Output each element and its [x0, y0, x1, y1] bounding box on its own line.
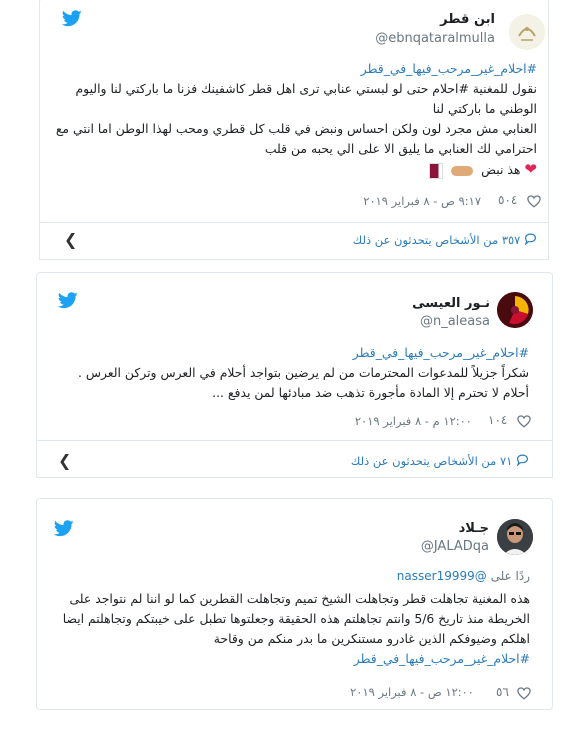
twitter-bird-icon[interactable] [62, 10, 82, 27]
heart-outline-icon[interactable] [527, 193, 541, 212]
tweet-line: نقول للمغنية #احلام حتى لو لبستي عنابي ت… [75, 81, 538, 96]
tweet-line: شكراً جزيلاً للمدعوات المحترمات من لم ير… [77, 365, 529, 380]
author-name[interactable]: نـور العيسى [412, 296, 490, 311]
avatar[interactable] [509, 14, 545, 50]
twitter-bird-icon[interactable] [58, 292, 78, 309]
tweet-timestamp[interactable]: ٩:١٧ ص - ٨ فبراير ٢٠١٩ [363, 194, 481, 208]
tweet-line: ❤ هذ نبض [56, 159, 537, 180]
tweet-line: هذه المغنية تجاهلت قطر وتجاهلت الشيخ تمي… [69, 591, 530, 606]
heart-outline-icon[interactable] [517, 685, 531, 704]
like-count[interactable]: ١٠٤ [488, 413, 507, 427]
tweet-line: اهلكم وضيوفكم الذين غادرو مستنكرين ما بد… [213, 631, 530, 646]
speech-bubble-icon [524, 233, 537, 248]
like-count[interactable]: ٥٠٤ [498, 193, 517, 207]
tweet-line: الخريطة منذ تاريخ 5/6 وانتم تجاهلتم هذه … [62, 611, 530, 626]
tweet-line-text: هذ نبض [481, 162, 521, 177]
tweet-timestamp[interactable]: ١٢:٠٠ م - ٨ فبراير ٢٠١٩ [355, 414, 472, 428]
speech-bubble-icon [516, 454, 529, 469]
reply-to-line: ردًا على @nasser19999 [397, 566, 530, 586]
heart-outline-icon[interactable] [517, 413, 531, 432]
hashtag-link[interactable]: #احلام_غير_مرحب_فيها_في_قطر [78, 343, 529, 363]
conversation-text: ٣٥٧ من الأشخاص يتحدثون عن ذلك [352, 233, 521, 247]
qatar-flag-icon [429, 162, 444, 179]
author-handle[interactable]: @n_aleasa [420, 314, 490, 329]
conversation-link[interactable]: ٧١ من الأشخاص يتحدثون عن ذلك [351, 454, 529, 469]
twitter-bird-icon[interactable] [54, 520, 74, 537]
chevron-left-icon[interactable]: ❮ [58, 451, 71, 470]
hashtag-link[interactable]: #احلام_غير_مرحب_فيها_في_قطر [63, 649, 530, 669]
pointing-hand-icon [451, 165, 474, 176]
tweet-line: أحلام لا تحترم إلا المادة مأجورة تذهب ضد… [212, 385, 529, 400]
hashtag-link[interactable]: #احلام_غير_مرحب_فيها_في_قطر [56, 59, 537, 79]
tweet-timestamp[interactable]: ١٢:٠٠ ص - ٨ فبراير ٢٠١٩ [350, 685, 474, 699]
author-name[interactable]: ابن قطر [440, 12, 495, 27]
tweet-text: هذه المغنية تجاهلت قطر وتجاهلت الشيخ تمي… [63, 589, 530, 669]
reply-to-prefix: ردًا على [490, 569, 530, 583]
red-heart-emoji: ❤ [524, 160, 537, 178]
tweet-line: العنابي مش مجرد لون ولكن احساس ونبض في ق… [55, 121, 537, 136]
chevron-left-icon[interactable]: ❮ [64, 230, 77, 249]
tweet-line: احترامي لك العنابي ما يليق الا على الي ي… [264, 141, 537, 156]
avatar[interactable] [497, 292, 533, 328]
tweet-text: #احلام_غير_مرحب_فيها_في_قطر نقول للمغنية… [56, 59, 537, 180]
author-handle[interactable]: @JALADqa [421, 539, 489, 554]
reply-to-handle[interactable]: @nasser19999 [397, 569, 487, 583]
author-name[interactable]: جـلاد [459, 521, 489, 536]
conversation-link[interactable]: ٣٥٧ من الأشخاص يتحدثون عن ذلك [353, 233, 537, 248]
tweet-line: الوطني ما باركتي لنا [432, 101, 537, 116]
author-handle[interactable]: @ebnqataralmulla [375, 31, 495, 46]
like-count[interactable]: ٥٦ [496, 685, 509, 699]
avatar[interactable] [497, 519, 533, 555]
tweet-text: #احلام_غير_مرحب_فيها_في_قطر شكراً جزيلاً… [78, 343, 529, 403]
conversation-text: ٧١ من الأشخاص يتحدثون عن ذلك [350, 454, 513, 468]
